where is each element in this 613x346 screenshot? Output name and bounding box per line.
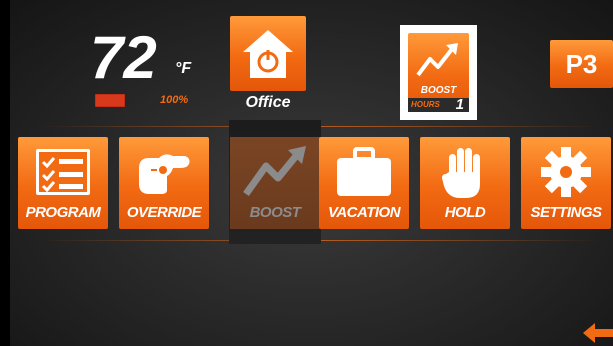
- menu-settings-label: SETTINGS: [530, 204, 602, 221]
- boost-hours-label: HOURS: [411, 100, 440, 109]
- boost-status-tile: BOOST HOURS 1: [408, 33, 469, 113]
- battery-percent: 100%: [160, 94, 189, 106]
- thermostat-screen: 72 °F 100% Office BOOST HOURS 1 P3 PROGR…: [10, 0, 613, 346]
- battery-icon: [95, 94, 125, 107]
- trend-up-arrow-icon: [243, 146, 306, 197]
- house-power-icon: [243, 29, 293, 78]
- menu-hold-label: HOLD: [444, 204, 486, 221]
- menu-boost-label: BOOST: [249, 204, 301, 221]
- suitcase-icon: [337, 147, 391, 196]
- menu-override-label: OVERRIDE: [126, 204, 202, 221]
- menu-vacation-button[interactable]: VACATION: [319, 137, 409, 229]
- trend-up-arrow-icon: [416, 43, 458, 77]
- menu-hold-button[interactable]: HOLD: [420, 137, 510, 229]
- menu-boost-button[interactable]: BOOST: [230, 137, 320, 229]
- boost-status-panel[interactable]: BOOST HOURS 1: [400, 25, 477, 120]
- gear-icon: [541, 147, 591, 197]
- checklist-icon: [36, 149, 90, 195]
- zone-label: Office: [245, 94, 291, 111]
- current-temperature: 72: [90, 24, 157, 91]
- pointing-hand-icon: [139, 154, 190, 194]
- menu-program-label: PROGRAM: [25, 204, 101, 221]
- menu-program-button[interactable]: PROGRAM: [18, 137, 108, 229]
- menu-override-button[interactable]: OVERRIDE: [119, 137, 209, 229]
- program-badge[interactable]: P3: [550, 40, 613, 88]
- menu-vacation-label: VACATION: [327, 204, 401, 221]
- boost-hours-bar: HOURS 1: [408, 96, 469, 113]
- menu-settings-button[interactable]: SETTINGS: [521, 137, 611, 229]
- boost-hours-value: 1: [455, 96, 464, 113]
- boost-status-label: BOOST: [420, 85, 457, 96]
- back-arrow-icon[interactable]: [583, 322, 613, 344]
- temperature-unit: °F: [175, 60, 192, 77]
- zone-power-button[interactable]: [230, 16, 306, 91]
- stop-hand-icon: [442, 148, 480, 198]
